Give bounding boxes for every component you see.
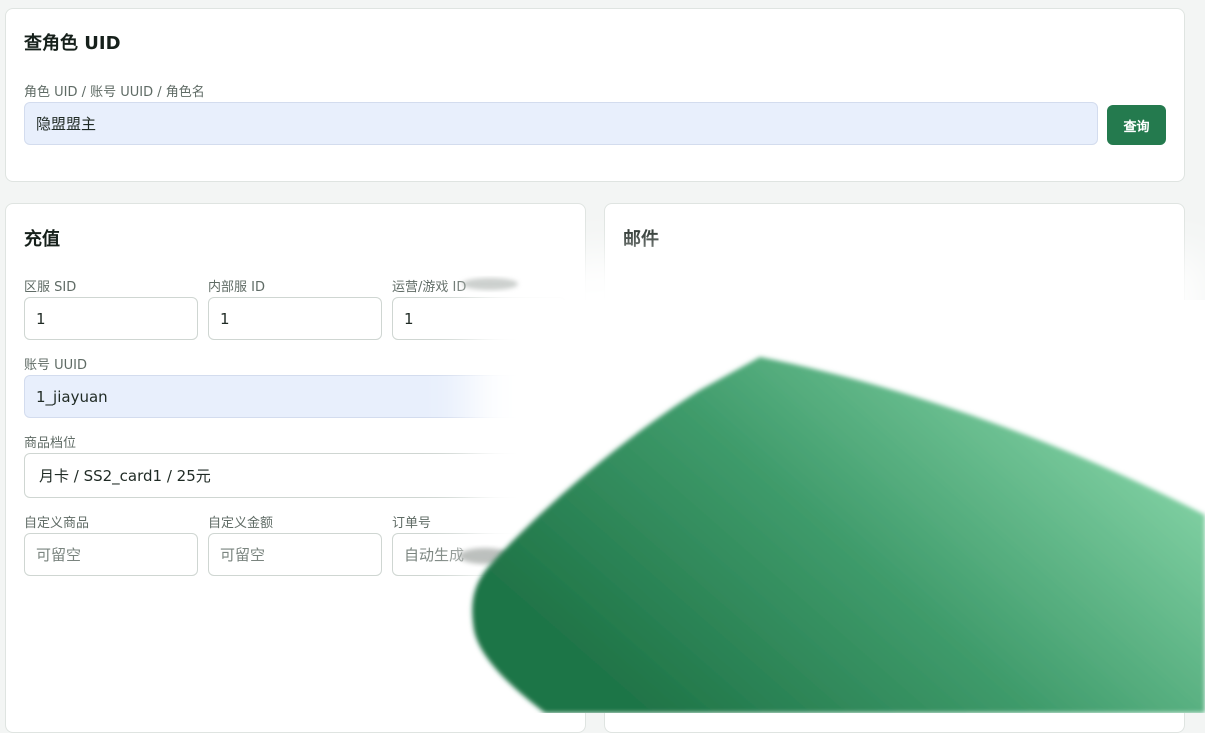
query-input[interactable] — [24, 102, 1098, 145]
mail-card-title: 邮件 — [623, 229, 659, 250]
internal-server-input[interactable] — [208, 297, 382, 340]
mail-card: 邮件 — [604, 203, 1185, 733]
uuid-input[interactable] — [24, 375, 566, 418]
internal-server-label: 内部服 ID — [208, 280, 265, 295]
query-card: 查角色 UID 角色 UID / 账号 UUID / 角色名 查询 — [5, 8, 1185, 182]
sid-input[interactable] — [24, 297, 198, 340]
custom-product-input[interactable] — [24, 533, 198, 576]
query-input-label: 角色 UID / 账号 UUID / 角色名 — [24, 85, 205, 100]
product-tier-select[interactable]: 月卡 / SS2_card1 / 25元 — [24, 453, 566, 498]
query-button[interactable]: 查询 — [1107, 105, 1166, 145]
operator-game-label: 运营/游戏 ID — [392, 280, 467, 295]
uuid-label: 账号 UUID — [24, 358, 88, 373]
sid-label: 区服 SID — [24, 280, 77, 295]
recharge-card: 充值 区服 SID 内部服 ID 运营/游戏 ID 账号 UUID 商品档位 月… — [5, 203, 586, 733]
custom-amount-label: 自定义金额 — [208, 516, 274, 531]
order-number-label: 订单号 — [392, 516, 432, 531]
custom-amount-input[interactable] — [208, 533, 382, 576]
product-tier-value: 月卡 / SS2_card1 / 25元 — [39, 467, 211, 485]
query-card-title: 查角色 UID — [24, 33, 121, 54]
recharge-card-title: 充值 — [24, 229, 60, 250]
custom-product-label: 自定义商品 — [24, 516, 90, 531]
product-tier-label: 商品档位 — [24, 436, 77, 451]
order-number-input[interactable] — [392, 533, 566, 576]
operator-game-input[interactable] — [392, 297, 566, 340]
